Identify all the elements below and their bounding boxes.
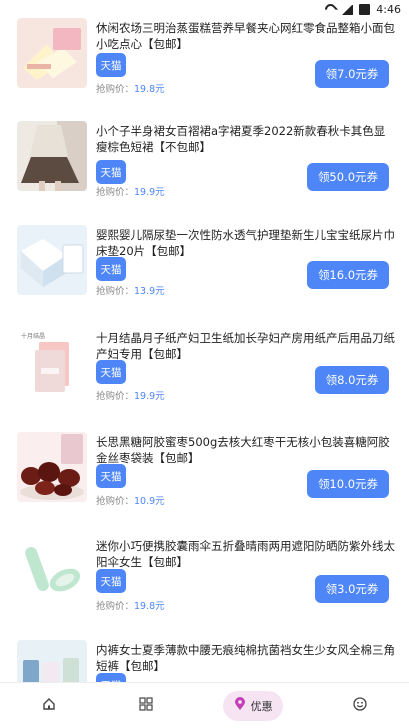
product-item[interactable]: 十月结晶 十月结晶月子纸产妇卫生纸加长孕妇产房用纸产后用品刀纸产妇专用【包邮】 …: [0, 318, 409, 421]
product-title[interactable]: 十月结晶月子纸产妇卫生纸加长孕妇产房用纸产后用品刀纸产妇专用【包邮】: [96, 330, 396, 362]
product-image[interactable]: 十月结晶: [17, 328, 87, 398]
nav-coupons-label: 优惠: [250, 699, 273, 713]
product-title[interactable]: 长思黑糖阿胶蜜枣500g去核大红枣干无核小包装喜糖阿胶金丝枣袋装【包邮】: [96, 434, 396, 466]
get-coupon-button[interactable]: 领50.0元券: [307, 163, 389, 191]
bottom-nav: 优惠: [0, 682, 409, 728]
get-coupon-button[interactable]: 领10.0元券: [307, 470, 389, 498]
product-title[interactable]: 婴熙婴儿隔尿垫一次性防水透气护理垫新生儿宝宝纸尿片巾床垫20片【包邮】: [96, 227, 396, 259]
store-badge: 天猫: [96, 673, 126, 682]
product-title[interactable]: 迷你小巧便携胶囊雨伞五折叠晴雨两用遮阳防晒防紫外线太阳伞女生【包邮】: [96, 538, 396, 570]
product-image[interactable]: [17, 432, 87, 502]
product-price: 抢购价：10.9元: [96, 496, 165, 507]
product-item[interactable]: 休闲农场三明治蒸蛋糕营养早餐夹心网红零食品整箱小面包小吃点心【包邮】 天猫 抢购…: [0, 8, 409, 111]
product-price: 抢购价：13.9元: [96, 286, 165, 297]
get-coupon-button[interactable]: 领3.0元券: [315, 575, 389, 603]
location-pin-icon: [234, 696, 246, 715]
store-badge: 天猫: [96, 53, 126, 77]
home-icon: [42, 696, 56, 715]
nav-coupons[interactable]: 优惠: [223, 690, 284, 721]
store-badge: 天猫: [96, 569, 126, 593]
product-item[interactable]: 内裤女士夏季薄款中腰无痕纯棉抗菌裆女生少女风全棉三角短裤【包邮】 天猫: [0, 630, 409, 682]
store-badge: 天猫: [96, 360, 126, 384]
svg-text:十月结晶: 十月结晶: [21, 332, 45, 340]
product-image[interactable]: [17, 225, 87, 295]
product-list[interactable]: 休闲农场三明治蒸蛋糕营养早餐夹心网红零食品整箱小面包小吃点心【包邮】 天猫 抢购…: [0, 0, 409, 682]
store-badge: 天猫: [96, 160, 126, 184]
grid-icon: [139, 696, 153, 715]
product-item[interactable]: 迷你小巧便携胶囊雨伞五折叠晴雨两用遮阳防晒防紫外线太阳伞女生【包邮】 天猫 抢购…: [0, 526, 409, 629]
get-coupon-button[interactable]: 领16.0元券: [307, 261, 389, 289]
product-image[interactable]: [17, 18, 87, 88]
nav-category[interactable]: [126, 691, 166, 721]
smiley-icon: [353, 696, 368, 715]
product-item[interactable]: 婴熙婴儿隔尿垫一次性防水透气护理垫新生儿宝宝纸尿片巾床垫20片【包邮】 天猫 抢…: [0, 215, 409, 318]
product-price: 抢购价：19.9元: [96, 391, 165, 402]
product-image[interactable]: [17, 121, 87, 191]
get-coupon-button[interactable]: 领7.0元券: [315, 60, 389, 88]
product-item[interactable]: 小个子半身裙女百褶裙a字裙夏季2022新款春秋卡其色显瘦棕色短裙【不包邮】 天猫…: [0, 111, 409, 214]
product-price: 抢购价：19.8元: [96, 84, 165, 95]
nav-profile[interactable]: [340, 691, 380, 721]
product-title[interactable]: 休闲农场三明治蒸蛋糕营养早餐夹心网红零食品整箱小面包小吃点心【包邮】: [96, 20, 396, 52]
store-badge: 天猫: [96, 464, 126, 488]
product-price: 抢购价：19.9元: [96, 187, 165, 198]
product-price: 抢购价：19.8元: [96, 601, 165, 612]
product-title[interactable]: 小个子半身裙女百褶裙a字裙夏季2022新款春秋卡其色显瘦棕色短裙【不包邮】: [96, 123, 396, 155]
product-item[interactable]: 长思黑糖阿胶蜜枣500g去核大红枣干无核小包装喜糖阿胶金丝枣袋装【包邮】 天猫 …: [0, 422, 409, 525]
product-image[interactable]: [17, 640, 87, 682]
nav-home[interactable]: [29, 691, 69, 721]
get-coupon-button[interactable]: 领8.0元券: [315, 366, 389, 394]
product-image[interactable]: [17, 536, 87, 606]
store-badge: 天猫: [96, 257, 126, 281]
product-title[interactable]: 内裤女士夏季薄款中腰无痕纯棉抗菌裆女生少女风全棉三角短裤【包邮】: [96, 642, 396, 674]
